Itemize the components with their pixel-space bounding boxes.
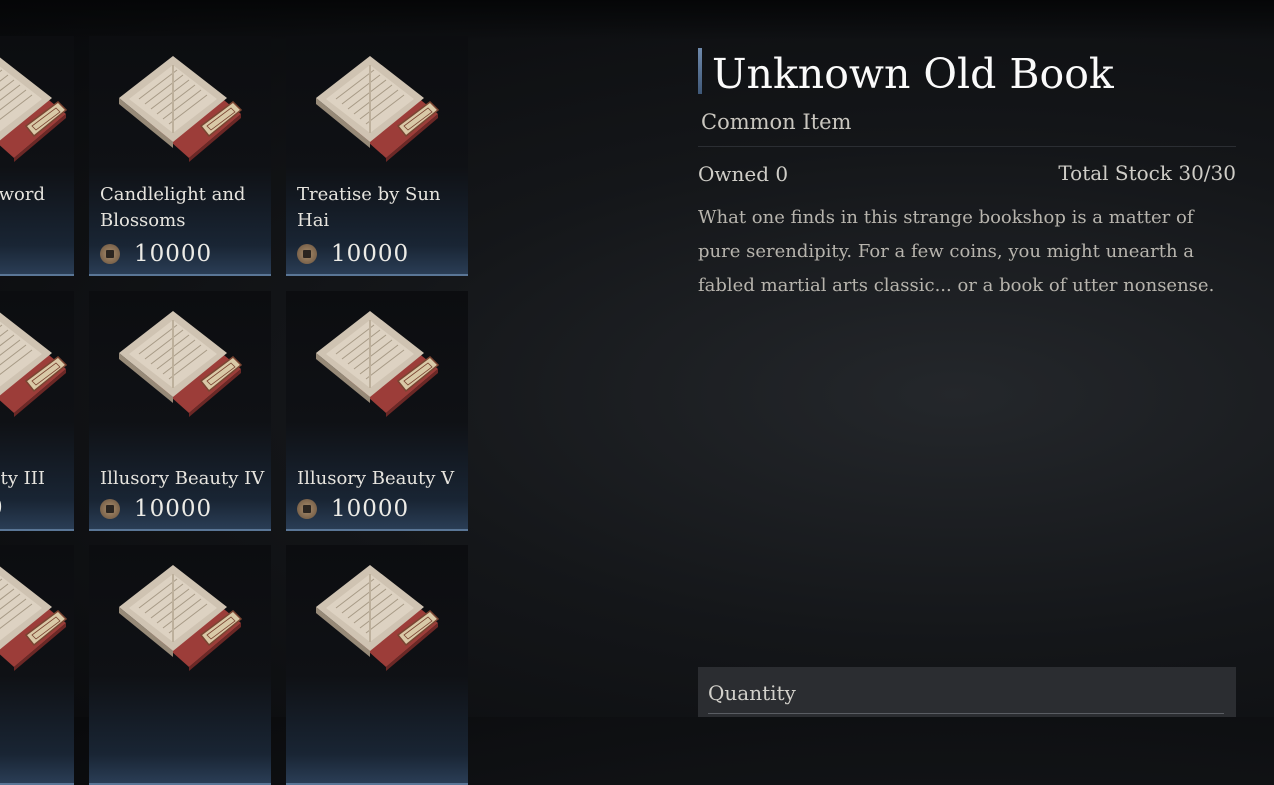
item-description: What one finds in this strange bookshop … xyxy=(698,207,1215,296)
old-book-icon xyxy=(312,561,442,679)
old-book-icon xyxy=(115,52,245,170)
shop-item-card[interactable]: auty III 0 xyxy=(0,291,74,531)
item-rarity: Common Item xyxy=(701,110,852,134)
item-price-value: 10000 xyxy=(331,496,410,522)
item-price: 10000 xyxy=(100,240,212,268)
quantity-panel[interactable]: Quantity xyxy=(698,667,1236,717)
total-stock: Total Stock 30/30 xyxy=(1058,161,1236,185)
item-name: Illusory Beauty V xyxy=(297,468,455,489)
quantity-divider xyxy=(708,713,1224,714)
item-price: 10000 xyxy=(100,495,212,523)
copper-coin-icon xyxy=(100,499,120,519)
item-name: Illusory Beauty IV xyxy=(100,468,265,489)
old-book-icon xyxy=(115,561,245,679)
item-name: Treatise by Sun Hai xyxy=(297,184,441,231)
item-price: 10000 xyxy=(297,240,409,268)
shop-item-card[interactable] xyxy=(0,545,74,785)
copper-coin-icon xyxy=(100,244,120,264)
shop-item-card[interactable]: Candlelight and Blossoms 10000 xyxy=(89,36,271,276)
item-price-value: 10000 xyxy=(331,241,410,267)
item-price-value: 10000 xyxy=(134,241,213,267)
shop-item-card[interactable]: Treatise by Sun Hai 10000 xyxy=(286,36,468,276)
shop-item-card[interactable]: Illusory Beauty V 10000 xyxy=(286,291,468,531)
old-book-icon xyxy=(0,561,70,679)
old-book-icon xyxy=(115,307,245,425)
item-price: 0 xyxy=(0,494,4,522)
old-book-icon xyxy=(312,52,442,170)
item-price-value: 10000 xyxy=(134,496,213,522)
item-title: Unknown Old Book xyxy=(712,50,1114,98)
divider xyxy=(698,146,1236,147)
shop-item-grid: word 0 Candlelight and Blossoms 10000 Tr… xyxy=(0,0,480,785)
title-accent-bar xyxy=(698,48,702,94)
owned-count: Owned 0 xyxy=(698,162,789,186)
shop-item-card[interactable]: Illusory Beauty IV 10000 xyxy=(89,291,271,531)
quantity-label: Quantity xyxy=(708,681,796,705)
item-name: auty III xyxy=(0,468,45,489)
item-price: 10000 xyxy=(297,495,409,523)
shop-item-card[interactable] xyxy=(286,545,468,785)
old-book-icon xyxy=(0,307,70,425)
copper-coin-icon xyxy=(297,499,317,519)
old-book-icon xyxy=(312,307,442,425)
item-name: word xyxy=(0,184,45,205)
item-price-value: 0 xyxy=(0,495,4,521)
item-name: Candlelight and Blossoms xyxy=(100,184,246,231)
shop-item-card[interactable] xyxy=(89,545,271,785)
shop-item-card[interactable]: word 0 xyxy=(0,36,74,276)
old-book-icon xyxy=(0,52,70,170)
copper-coin-icon xyxy=(297,244,317,264)
